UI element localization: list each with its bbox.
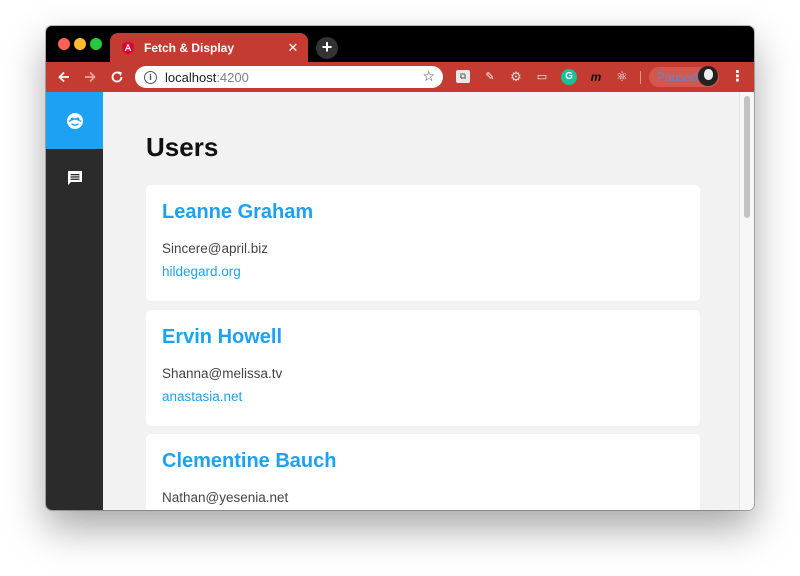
sidebar xyxy=(46,92,103,510)
info-icon[interactable]: i xyxy=(144,70,157,84)
new-tab-button[interactable]: + xyxy=(316,37,338,59)
react-icon[interactable]: ⚛ xyxy=(614,69,630,85)
page-viewport: Users Leanne Graham Sincere@april.biz hi… xyxy=(46,92,754,510)
user-website-link[interactable]: hildegard.org xyxy=(162,264,241,279)
user-email: Nathan@yesenia.net xyxy=(162,490,289,505)
bookmark-star-icon[interactable]: ☆ xyxy=(422,68,435,85)
user-card: Ervin Howell Shanna@melissa.tv anastasia… xyxy=(146,310,700,426)
reload-icon[interactable] xyxy=(107,67,127,87)
avatar-face xyxy=(704,69,713,80)
browser-window: Fetch & Display ✕ + i localhost:4200 ☆ ⧉… xyxy=(46,26,754,510)
dropper-icon[interactable]: ✎ xyxy=(482,69,498,85)
forward-arrow-icon[interactable] xyxy=(80,67,100,87)
profile-status-label: Paused xyxy=(657,70,698,84)
browser-toolbar: i localhost:4200 ☆ ⧉ ✎ ⚙ ▭ G m ⚛ Paused … xyxy=(46,62,754,92)
browser-tab[interactable]: Fetch & Display ✕ xyxy=(110,33,308,62)
gear-icon[interactable]: ⚙ xyxy=(508,69,524,85)
user-name: Ervin Howell xyxy=(162,326,283,348)
back-arrow-icon[interactable] xyxy=(54,67,74,87)
user-card: Clementine Bauch Nathan@yesenia.net xyxy=(146,434,700,510)
grammarly-icon[interactable]: G xyxy=(561,69,577,85)
message-icon xyxy=(67,170,82,185)
user-name: Leanne Graham xyxy=(162,201,314,223)
avatar[interactable] xyxy=(698,66,718,86)
page-title: Users xyxy=(146,132,219,162)
toolbar-divider xyxy=(640,71,641,84)
sidebar-item-posts[interactable] xyxy=(46,149,103,206)
menu-kebab-icon[interactable]: ⋮ xyxy=(730,67,745,87)
tab-title: Fetch & Display xyxy=(144,40,235,55)
maximize-window-button[interactable] xyxy=(90,38,102,50)
tab-strip: Fetch & Display ✕ + xyxy=(46,26,754,62)
url-host: localhost xyxy=(165,69,217,85)
scrollbar[interactable] xyxy=(739,92,754,510)
user-card: Leanne Graham Sincere@april.biz hildegar… xyxy=(146,185,700,301)
angular-icon xyxy=(121,41,135,55)
sidebar-item-users[interactable] xyxy=(46,92,103,149)
screenshot-icon[interactable]: ⧉ xyxy=(456,70,470,83)
m-icon[interactable]: m xyxy=(588,69,604,85)
url-port: :4200 xyxy=(216,69,249,85)
face-icon xyxy=(66,112,83,129)
tab-close-icon[interactable]: ✕ xyxy=(283,40,303,56)
user-email: Sincere@april.biz xyxy=(162,241,268,256)
window-icon[interactable]: ▭ xyxy=(534,69,550,85)
address-bar[interactable]: i localhost:4200 ☆ xyxy=(135,66,443,88)
minimize-window-button[interactable] xyxy=(74,38,86,50)
main-content: Users Leanne Graham Sincere@april.biz hi… xyxy=(103,92,739,510)
scrollbar-thumb[interactable] xyxy=(744,96,750,218)
user-website-link[interactable]: anastasia.net xyxy=(162,389,242,404)
user-email: Shanna@melissa.tv xyxy=(162,366,283,381)
user-name: Clementine Bauch xyxy=(162,450,337,472)
close-window-button[interactable] xyxy=(58,38,70,50)
